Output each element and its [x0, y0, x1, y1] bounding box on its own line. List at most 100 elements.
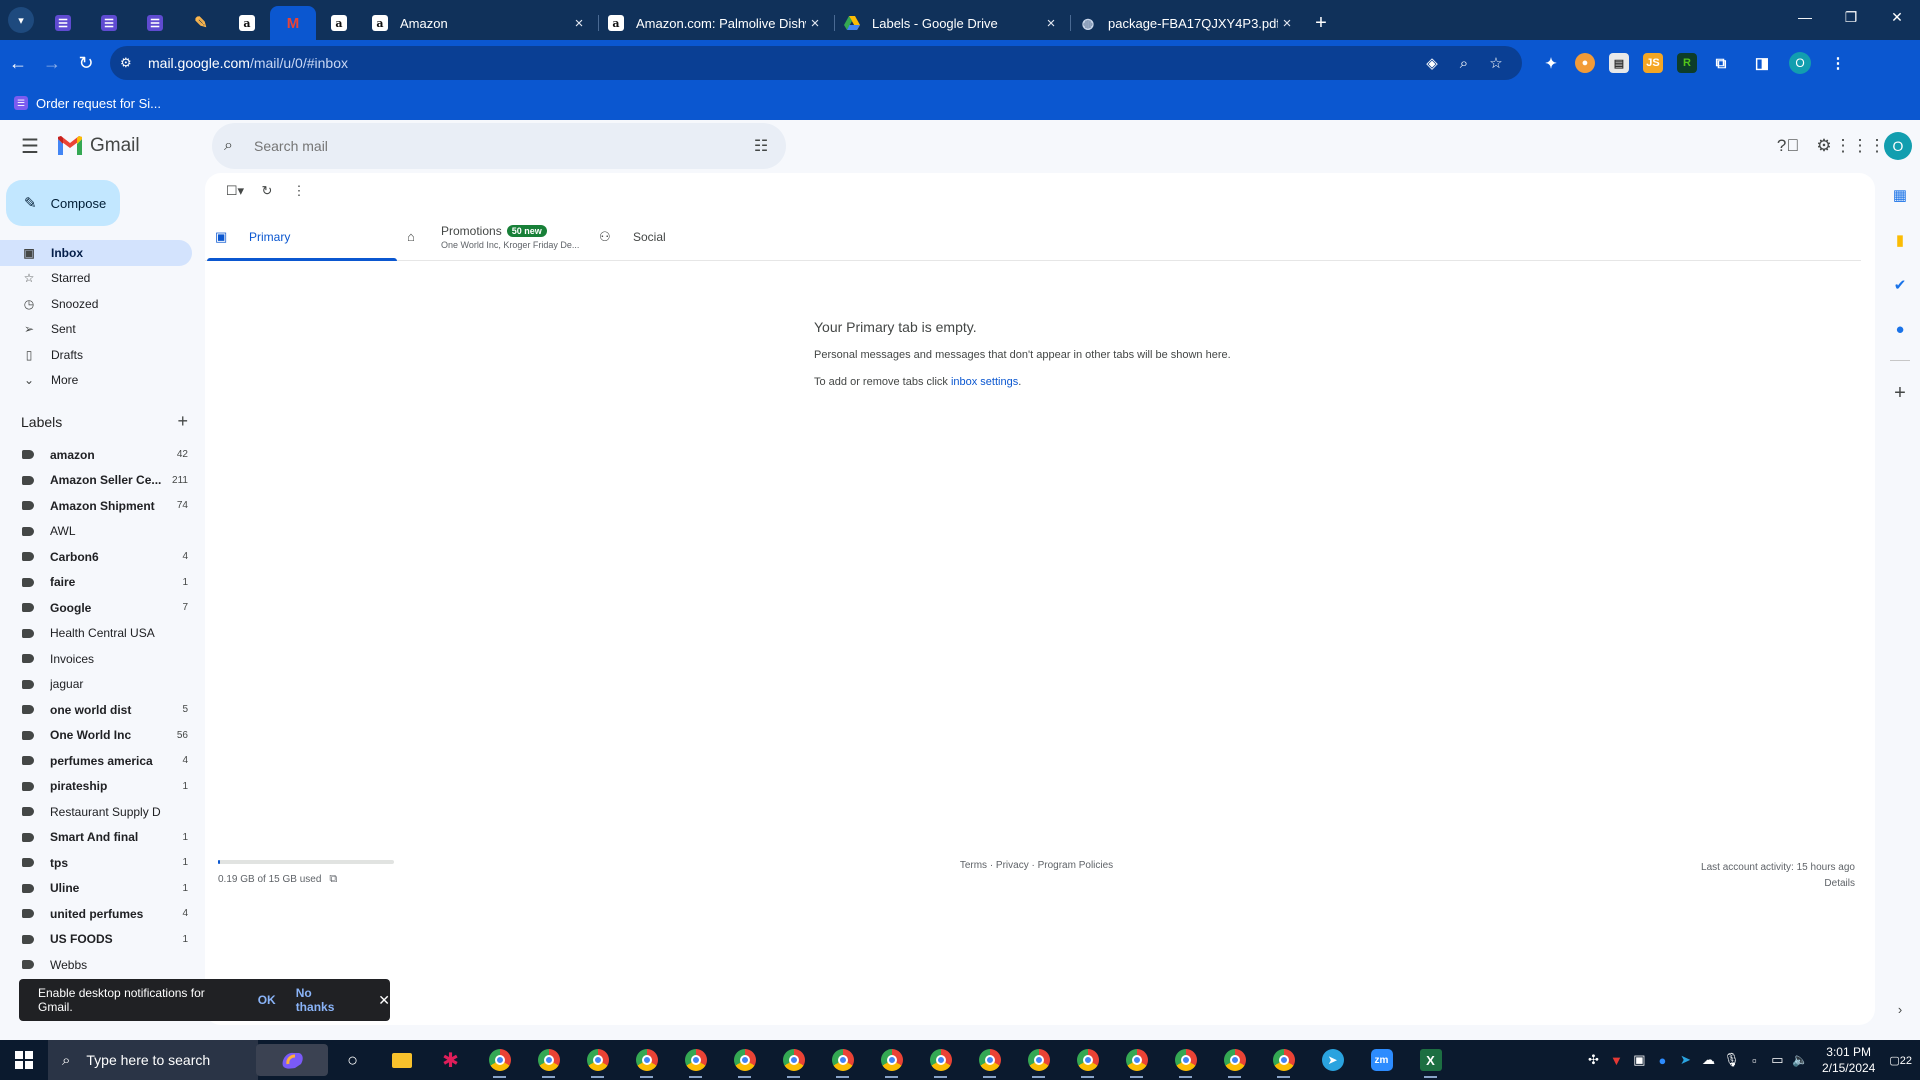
zoom-app-icon[interactable]: zm [1357, 1040, 1406, 1080]
browser-tab[interactable]: a Amazon.com: Palmolive Dishwa × [598, 6, 834, 40]
chrome-app-icon[interactable] [475, 1040, 524, 1080]
task-view-icon[interactable]: ○ [328, 1040, 377, 1080]
label-item[interactable]: One World Inc 56 [0, 723, 188, 749]
chrome-app-icon[interactable] [1063, 1040, 1112, 1080]
help-icon[interactable]: ?⃝ [1770, 128, 1806, 164]
browser-tab[interactable]: ◍ package-FBA17QJXY4P3.pdf × [1070, 6, 1306, 40]
sidebar-item-drafts[interactable]: ▯ Drafts [0, 342, 192, 368]
image-extension-icon[interactable]: ▤ [1609, 53, 1629, 73]
copilot-icon[interactable] [256, 1044, 328, 1076]
search-icon[interactable]: ⌕ [224, 137, 248, 155]
label-item[interactable]: US FOODS 1 [0, 927, 188, 953]
site-settings-icon[interactable]: ⚙ [120, 55, 138, 71]
details-link[interactable]: Details [1701, 876, 1855, 892]
microphone-icon[interactable]: 🎙 [1720, 1052, 1743, 1068]
chrome-app-icon[interactable] [1161, 1040, 1210, 1080]
get-addons-icon[interactable]: + [1880, 371, 1920, 416]
chrome-app-icon[interactable] [1112, 1040, 1161, 1080]
r-extension-icon[interactable]: R [1677, 53, 1697, 73]
refresh-icon[interactable]: ↻ [251, 183, 283, 199]
label-item[interactable]: Health Central USA [0, 621, 188, 647]
file-explorer-icon[interactable] [377, 1040, 426, 1080]
pinned-tab[interactable]: ✎ [178, 6, 224, 40]
label-item[interactable]: pirateship 1 [0, 774, 188, 800]
label-item[interactable]: Invoices [0, 646, 188, 672]
js-extension-icon[interactable]: JS [1643, 53, 1663, 73]
bookmark-star-icon[interactable]: ☆ [1480, 54, 1512, 72]
windows-start-icon[interactable] [0, 1040, 48, 1080]
profile-avatar[interactable]: O [1789, 52, 1811, 74]
label-item[interactable]: Carbon6 4 [0, 544, 188, 570]
restore-icon[interactable]: ❐ [1828, 0, 1874, 34]
close-window-icon[interactable]: ✕ [1874, 0, 1920, 34]
tab-social[interactable]: ⚇ Social [589, 213, 781, 260]
url-text[interactable]: mail.google.com/mail/u/0/#inbox [148, 55, 1416, 71]
menu-dots-icon[interactable]: ⋮ [1828, 53, 1848, 73]
chrome-app-icon[interactable] [818, 1040, 867, 1080]
sidebar-item-starred[interactable]: ☆ Starred [0, 266, 192, 292]
label-item[interactable]: tps 1 [0, 850, 188, 876]
label-item[interactable]: amazon 42 [0, 442, 188, 468]
minimize-icon[interactable]: — [1782, 0, 1828, 34]
tab-promotions[interactable]: ⌂ Promotions 50 new One World Inc, Kroge… [397, 213, 589, 260]
close-icon[interactable]: × [1278, 15, 1296, 32]
no-thanks-button[interactable]: No thanks [296, 986, 353, 1014]
sidebar-item-sent[interactable]: ➢ Sent [0, 317, 192, 343]
sparkle-extension-icon[interactable]: ✦ [1541, 53, 1561, 73]
label-item[interactable]: Amazon Seller Ce... 211 [0, 468, 188, 494]
ok-button[interactable]: OK [258, 993, 276, 1007]
chrome-app-icon[interactable] [867, 1040, 916, 1080]
pinned-tab[interactable]: a [224, 6, 270, 40]
pinned-tab-gmail[interactable]: M [270, 6, 316, 40]
tab-search-button[interactable]: ▾ [8, 7, 34, 33]
label-item[interactable]: Amazon Shipment 74 [0, 493, 188, 519]
tasks-icon[interactable]: ✔ [1880, 262, 1920, 307]
taskbar-clock[interactable]: 3:01 PM 2/15/2024 [1822, 1044, 1875, 1076]
address-bar[interactable]: ⚙ mail.google.com/mail/u/0/#inbox ◈ ⌕ ☆ [110, 46, 1522, 80]
more-vertical-icon[interactable]: ⋮ [283, 183, 315, 199]
chrome-app-icon[interactable] [720, 1040, 769, 1080]
network-icon[interactable]: ▭ [1766, 1052, 1789, 1068]
label-item[interactable]: one world dist 5 [0, 697, 188, 723]
back-arrow-icon[interactable]: ← [2, 47, 34, 79]
external-link-icon[interactable]: ⧉ [329, 873, 337, 886]
chrome-app-icon[interactable] [1014, 1040, 1063, 1080]
label-item[interactable]: Webbs [0, 952, 188, 978]
tab-primary[interactable]: ▣ Primary [205, 213, 397, 261]
sidebar-item-more[interactable]: ⌄ More [0, 368, 192, 394]
volume-icon[interactable]: 🔈 [1789, 1052, 1812, 1068]
chevron-right-icon[interactable]: › [1880, 987, 1920, 1032]
eye-icon[interactable]: ◈ [1416, 54, 1448, 72]
side-panel-icon[interactable]: ◨ [1752, 53, 1772, 73]
chrome-app-icon[interactable] [573, 1040, 622, 1080]
puzzle-icon[interactable]: ⧉ [1711, 53, 1731, 73]
tray-app-icon[interactable]: ▣ [1628, 1052, 1651, 1068]
chrome-app-icon[interactable] [622, 1040, 671, 1080]
label-item[interactable]: AWL [0, 519, 188, 545]
gmail-logo[interactable]: Gmail [56, 135, 212, 157]
telegram-tray-icon[interactable]: ➤ [1674, 1052, 1697, 1068]
label-item[interactable]: Uline 1 [0, 876, 188, 902]
calendar-icon[interactable]: ▦ [1880, 172, 1920, 217]
close-icon[interactable]: × [1042, 15, 1060, 32]
zoom-icon[interactable]: ⌕ [1448, 55, 1480, 72]
chrome-app-icon[interactable] [1259, 1040, 1308, 1080]
search-bar[interactable]: ⌕ ☷ [212, 123, 786, 169]
apps-grid-icon[interactable]: ⋮⋮⋮ [1835, 128, 1886, 164]
browser-tab[interactable]: a Amazon × [362, 6, 598, 40]
search-options-icon[interactable]: ☷ [746, 136, 776, 156]
notifications-icon[interactable]: ▢22 [1889, 1054, 1912, 1067]
telegram-icon[interactable]: ➤ [1308, 1040, 1357, 1080]
contacts-icon[interactable]: ● [1880, 307, 1920, 352]
zoom-tray-icon[interactable]: ● [1651, 1053, 1674, 1068]
label-item[interactable]: perfumes america 4 [0, 748, 188, 774]
account-avatar[interactable]: O [1884, 132, 1912, 160]
chrome-app-icon[interactable] [671, 1040, 720, 1080]
chrome-app-icon[interactable] [524, 1040, 573, 1080]
cloud-icon[interactable]: ☁ [1697, 1052, 1720, 1068]
add-label-icon[interactable]: + [177, 411, 188, 432]
chrome-app-icon[interactable] [965, 1040, 1014, 1080]
new-tab-button[interactable]: + [1306, 6, 1336, 40]
antivirus-icon[interactable]: ▼ [1605, 1053, 1628, 1068]
label-item[interactable]: Smart And final 1 [0, 825, 188, 851]
